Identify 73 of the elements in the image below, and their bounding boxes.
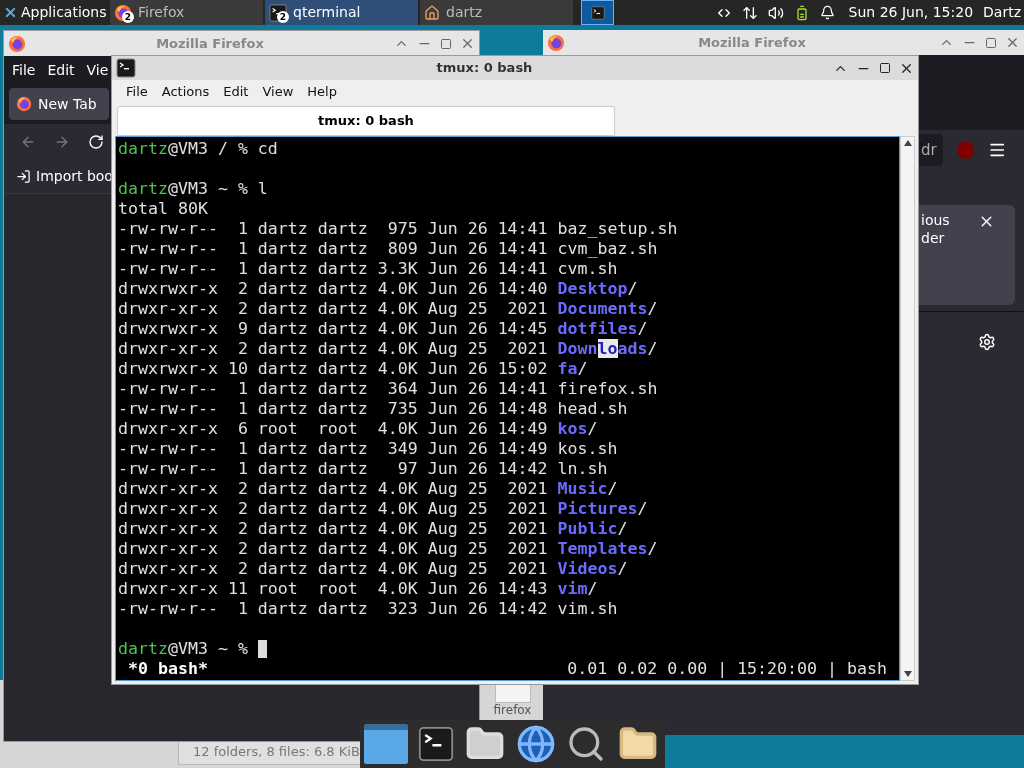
workspace-thumbnail[interactable] bbox=[581, 0, 614, 25]
listing-row: drwxr-xr-x 11 root root 4.0K Jun 26 14:43 vim/ bbox=[118, 579, 598, 598]
menu-item[interactable]: Edit bbox=[47, 59, 75, 81]
menu-item[interactable]: File bbox=[12, 59, 36, 81]
terminal-icon bbox=[589, 5, 606, 20]
listing-row: drwxr-xr-x 2 dartz dartz 4.0K Aug 25 2021 Documents/ bbox=[118, 299, 658, 318]
terminal-icon bbox=[418, 726, 454, 762]
listing-row: drwxrwxr-x 2 dartz dartz 4.0K Jun 26 14:40 Desktop/ bbox=[118, 279, 638, 298]
globe-icon[interactable] bbox=[516, 724, 556, 764]
window-count-badge: 2 bbox=[122, 11, 134, 23]
applications-menu[interactable]: Applications bbox=[0, 0, 110, 25]
menu-item[interactable]: Edit bbox=[223, 82, 249, 102]
import-icon bbox=[16, 169, 31, 184]
listing-row: -rw-rw-r-- 1 dartz dartz 3.3K Jun 26 14:41 cvm.sh bbox=[118, 259, 618, 278]
user-name[interactable]: Dartz bbox=[983, 2, 1021, 23]
terminal-tab[interactable]: tmux: 0 bash bbox=[117, 106, 615, 136]
firefox-icon bbox=[547, 33, 565, 52]
listing-row: drwxrwxr-x 9 dartz dartz 4.0K Jun 26 14:45 dotfiles/ bbox=[118, 319, 648, 338]
prompt-line: dartz@VM3 ~ % bbox=[118, 639, 249, 659]
listing-row: -rw-rw-r-- 1 dartz dartz 735 Jun 26 14:48 head.sh bbox=[118, 399, 628, 418]
listing-row: drwxr-xr-x 2 dartz dartz 4.0K Aug 25 2021 Public/ bbox=[118, 519, 628, 538]
listing-row: -rw-rw-r-- 1 dartz dartz 349 Jun 26 14:49 kos.sh bbox=[118, 439, 618, 458]
address-field[interactable]: dr bbox=[919, 134, 944, 166]
output-line: total 80K bbox=[118, 199, 208, 218]
menu-item[interactable]: Vie bbox=[86, 59, 109, 81]
firefox-icon bbox=[16, 96, 32, 112]
bookmark-item[interactable]: Import boo bbox=[16, 166, 113, 187]
listing-row: drwxrwxr-x 10 dartz dartz 4.0K Jun 26 15:02 fa/ bbox=[118, 359, 588, 378]
listing-row: -rw-rw-r-- 1 dartz dartz 364 Jun 26 14:41 firefox.sh bbox=[118, 379, 658, 398]
file-label: firefox bbox=[493, 703, 532, 717]
maximize-icon[interactable] bbox=[879, 62, 891, 74]
listing-row: -rw-rw-r-- 1 dartz dartz 809 Jun 26 14:41 cvm_baz.sh bbox=[118, 239, 658, 258]
transfer-icon[interactable] bbox=[741, 4, 758, 21]
reload-icon[interactable] bbox=[88, 134, 104, 150]
terminal-icon bbox=[116, 58, 136, 78]
home-icon bbox=[424, 4, 440, 21]
window-title: Mozilla Firefox bbox=[155, 34, 265, 53]
notification-icon[interactable] bbox=[819, 5, 835, 20]
menu-item[interactable]: Help bbox=[307, 82, 337, 102]
taskbar-button[interactable]: 2 Firefox bbox=[110, 0, 263, 25]
browser-tab[interactable]: New Tab bbox=[9, 88, 109, 120]
taskbar-button[interactable]: 2 qterminal bbox=[265, 0, 418, 25]
listing-row: drwxr-xr-x 6 root root 4.0K Jun 26 14:49 kos/ bbox=[118, 419, 598, 438]
back-icon[interactable] bbox=[20, 134, 36, 150]
window-title: Mozilla Firefox bbox=[697, 33, 807, 52]
notice-text: ious der bbox=[921, 211, 950, 247]
listing-row: -rw-rw-r-- 1 dartz dartz 97 Jun 26 14:42 ln.sh bbox=[118, 459, 608, 478]
menu-item[interactable]: View bbox=[262, 82, 294, 102]
firefox-icon bbox=[8, 34, 26, 53]
listing-row: drwxr-xr-x 2 dartz dartz 4.0K Aug 25 2021 Music/ bbox=[118, 479, 618, 498]
listing-row: -rw-rw-r-- 1 dartz dartz 975 Jun 26 14:41 baz_setup.sh bbox=[118, 219, 678, 238]
listing-row: drwxr-xr-x 2 dartz dartz 4.0K Aug 25 2021 Templates/ bbox=[118, 539, 658, 558]
listing-row: drwxr-xr-x 2 dartz dartz 4.0K Aug 25 2021 Pictures/ bbox=[118, 499, 648, 518]
prompt-line: dartz@VM3 ~ % l bbox=[118, 179, 268, 199]
listing-row: drwxr-xr-x 2 dartz dartz 4.0K Aug 25 2021 Videos/ bbox=[118, 559, 628, 578]
scroll-up-icon[interactable] bbox=[903, 140, 912, 146]
tmux-status: 0.01 0.02 0.00 | 15:20:00 | bash bbox=[567, 659, 887, 679]
clock[interactable]: Sun 26 Jun, 15:20 bbox=[848, 2, 974, 23]
xfce-icon bbox=[3, 5, 18, 20]
listing-row: drwxr-xr-x 2 dartz dartz 4.0K Aug 25 2021 Downloads/ bbox=[118, 339, 658, 358]
forward-icon[interactable] bbox=[54, 134, 70, 150]
taskbar-button[interactable]: dartz bbox=[420, 0, 573, 25]
tmux-window-label: *0 bash* bbox=[128, 659, 208, 679]
listing-row: -rw-rw-r-- 1 dartz dartz 323 Jun 26 14:42 vim.sh bbox=[118, 599, 618, 618]
volume-icon[interactable] bbox=[767, 4, 784, 21]
scrollbar[interactable] bbox=[900, 136, 915, 681]
settings-icon[interactable] bbox=[978, 332, 996, 351]
window-title: tmux: 0 bash bbox=[435, 59, 534, 78]
menu-item[interactable]: File bbox=[126, 82, 148, 102]
scroll-down-icon[interactable] bbox=[903, 671, 912, 677]
prompt-line: dartz@VM3 / % cd bbox=[118, 139, 278, 159]
search-icon[interactable] bbox=[566, 724, 606, 764]
menu-item[interactable]: Actions bbox=[161, 82, 210, 102]
